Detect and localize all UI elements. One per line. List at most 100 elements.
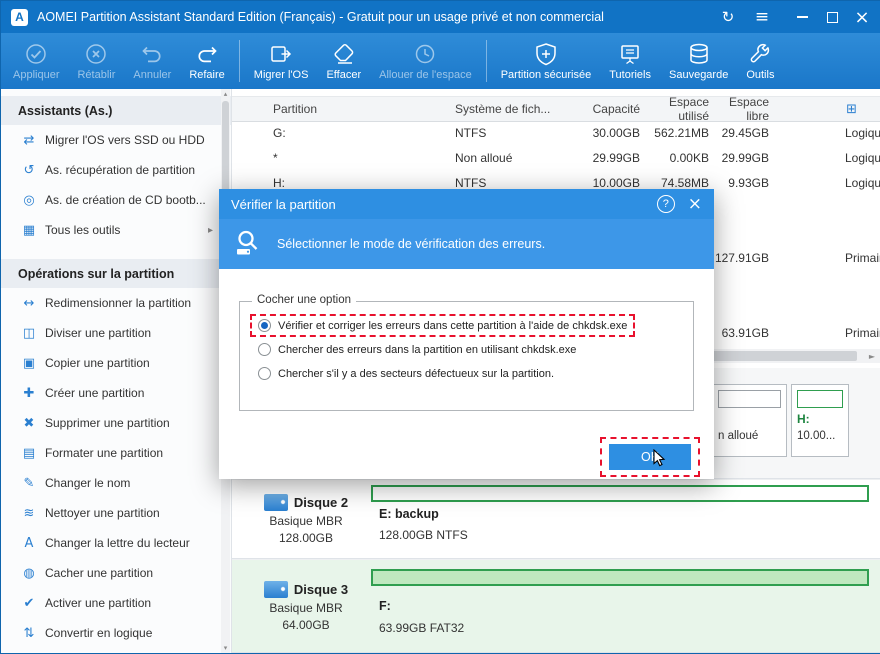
sidebar-item-create[interactable]: ✚ Créer une partition — [1, 378, 231, 408]
scroll-up-icon[interactable]: ▴ — [221, 90, 230, 98]
backup-database-icon — [687, 41, 711, 67]
aomei-logo-icon: A — [11, 8, 28, 26]
delete-partition-icon: ✖ — [23, 415, 35, 431]
discard-x-icon — [84, 41, 108, 67]
radio-button[interactable] — [258, 319, 271, 332]
column-header-capacity[interactable]: Capacité — [577, 102, 643, 116]
redo-button[interactable]: Refaire — [180, 35, 233, 87]
column-header-partition[interactable]: Partition — [232, 102, 452, 116]
groupbox-label: Cocher une option — [252, 294, 356, 306]
minimize-icon — [796, 16, 808, 18]
migrate-os-ssd-icon: ⇄ — [23, 132, 35, 148]
sidebar-item-wipe[interactable]: ≋ Nettoyer une partition — [1, 498, 231, 528]
dialog-close-icon[interactable]: × — [688, 195, 702, 213]
copy-partition-icon: ▣ — [22, 355, 36, 371]
tools-button[interactable]: Outils — [737, 35, 783, 87]
radio-option-check-only[interactable]: Chercher des erreurs dans la partition e… — [250, 338, 584, 361]
undo-button[interactable]: Annuler — [124, 35, 180, 87]
sidebar: Assistants (As.) ⇄ Migrer l'OS vers SSD … — [1, 89, 232, 653]
disk-icon — [263, 493, 288, 511]
toolbar-separator — [485, 40, 487, 82]
column-header-free-space[interactable]: Espace libre — [711, 95, 773, 123]
resize-icon: ↔ — [23, 295, 35, 311]
ok-button[interactable]: OK — [609, 444, 691, 470]
chevron-right-icon: ▸ — [207, 224, 213, 236]
disk-info: Disque 3 Basique MBR 64.00GB — [240, 560, 372, 652]
sidebar-section-wizards: Assistants (As.) — [1, 96, 231, 125]
radio-option-bad-sectors[interactable]: Chercher s'il y a des secteurs défectueu… — [250, 362, 562, 385]
scroll-down-icon[interactable]: ▾ — [221, 644, 230, 652]
undo-arrow-icon — [140, 41, 164, 67]
partition-label: E: backup — [379, 507, 439, 521]
apply-check-icon — [24, 41, 48, 67]
table-row[interactable]: * Non alloué 29.99GB 0.00KB 29.99GB Logi… — [232, 145, 880, 170]
partition-usage-bar — [797, 390, 843, 408]
partition-info: 128.00GB NTFS — [379, 528, 468, 542]
sidebar-item-activate[interactable]: ✔ Activer une partition — [1, 588, 231, 618]
disk-panel-2[interactable]: Disque 2 Basique MBR 128.00GB E: backup … — [232, 480, 880, 559]
scroll-right-icon[interactable]: ► — [865, 349, 879, 363]
discard-button[interactable]: Rétablir — [68, 35, 124, 87]
dialog-subtitle: Sélectionner le mode de vérification des… — [277, 237, 546, 251]
sidebar-item-rename[interactable]: ✎ Changer le nom — [1, 468, 231, 498]
radio-button[interactable] — [258, 367, 271, 380]
maximize-button[interactable] — [817, 1, 847, 33]
sidebar-item-format[interactable]: ▤ Formater une partition — [1, 438, 231, 468]
sidebar-item-all-tools[interactable]: ▦ Tous les outils ▸ — [1, 215, 231, 245]
dialog-body: Cocher une option Vérifier et corriger l… — [219, 269, 714, 479]
shield-plus-icon — [534, 41, 558, 67]
rename-icon: ✎ — [23, 475, 35, 491]
unallocated-block[interactable]: n alloué — [712, 384, 787, 457]
partition-bar-f[interactable] — [371, 569, 869, 586]
sidebar-item-convert-logical[interactable]: ⇅ Convertir en logique — [1, 618, 231, 648]
partition-block-h[interactable]: H: 10.00... — [791, 384, 849, 457]
drive-letter-icon: A — [24, 535, 34, 551]
hide-partition-icon: ◍ — [23, 565, 35, 581]
sidebar-item-delete[interactable]: ✖ Supprimer une partition — [1, 408, 231, 438]
magnifier-disk-icon — [233, 228, 263, 261]
column-header-used-space[interactable]: Espace utilisé — [643, 95, 711, 123]
app-window: A AOMEI Partition Assistant Standard Edi… — [0, 0, 880, 654]
sidebar-item-resize[interactable]: ↔ Redimensionner la partition — [1, 288, 231, 318]
partition-bar-e[interactable] — [371, 485, 869, 502]
format-partition-icon: ▤ — [22, 445, 36, 461]
sidebar-item-copy[interactable]: ▣ Copier une partition — [1, 348, 231, 378]
dialog-titlebar: Vérifier la partition ? × — [219, 189, 714, 219]
partition-table-header: Partition Système de fich... Capacité Es… — [232, 95, 880, 123]
wipe-partition-icon: ≋ — [23, 505, 35, 521]
maximize-icon — [826, 11, 838, 23]
wipe-button[interactable]: Effacer — [317, 35, 370, 87]
minimize-button[interactable] — [787, 1, 817, 33]
partition-info: 63.99GB FAT32 — [379, 621, 465, 635]
disk-panel-3[interactable]: Disque 3 Basique MBR 64.00GB F: 63.99GB … — [232, 560, 880, 653]
dialog-title: Vérifier la partition — [231, 196, 336, 212]
sidebar-item-migrate-os[interactable]: ⇄ Migrer l'OS vers SSD ou HDD — [1, 125, 231, 155]
menu-icon[interactable]: ≡ — [747, 1, 777, 33]
close-button[interactable]: × — [847, 1, 877, 33]
check-partition-dialog: Vérifier la partition ? × Sélectionner l… — [219, 189, 714, 479]
sidebar-item-split[interactable]: ◫ Diviser une partition — [1, 318, 231, 348]
sidebar-section-partition-ops: Opérations sur la partition — [1, 259, 231, 288]
radio-button[interactable] — [258, 343, 271, 356]
disk-icon — [263, 580, 288, 598]
sidebar-item-hide[interactable]: ◍ Cacher une partition — [1, 558, 231, 588]
migrate-os-button[interactable]: Migrer l'OS — [245, 35, 318, 87]
view-switch-icon[interactable]: ⊞ — [846, 102, 857, 117]
refresh-icon[interactable]: ↻ — [713, 1, 743, 33]
backup-button[interactable]: Sauvegarde — [660, 35, 737, 87]
bootable-cd-icon: ◎ — [23, 192, 35, 208]
convert-logical-icon: ⇅ — [23, 625, 35, 641]
activate-partition-icon: ✔ — [23, 595, 35, 611]
tutorials-button[interactable]: Tutoriels — [600, 35, 660, 87]
sidebar-item-bootable-cd[interactable]: ◎ As. de création de CD bootb... — [1, 185, 231, 215]
sidebar-item-partition-recovery[interactable]: ↺ As. récupération de partition — [1, 155, 231, 185]
option-groupbox: Cocher une option Vérifier et corriger l… — [239, 294, 694, 411]
sidebar-item-change-letter[interactable]: A Changer la lettre du lecteur — [1, 528, 231, 558]
allocate-space-button[interactable]: Allouer de l'espace — [370, 35, 481, 87]
secure-partition-button[interactable]: Partition sécurisée — [492, 35, 601, 87]
apply-button[interactable]: Appliquer — [4, 35, 68, 87]
table-row[interactable]: G: NTFS 30.00GB 562.21MB 29.45GB Logiqu — [232, 120, 880, 145]
help-icon[interactable]: ? — [656, 195, 675, 213]
column-header-filesystem[interactable]: Système de fich... — [452, 102, 577, 116]
radio-option-check-fix[interactable]: Vérifier et corriger les erreurs dans ce… — [250, 314, 636, 337]
